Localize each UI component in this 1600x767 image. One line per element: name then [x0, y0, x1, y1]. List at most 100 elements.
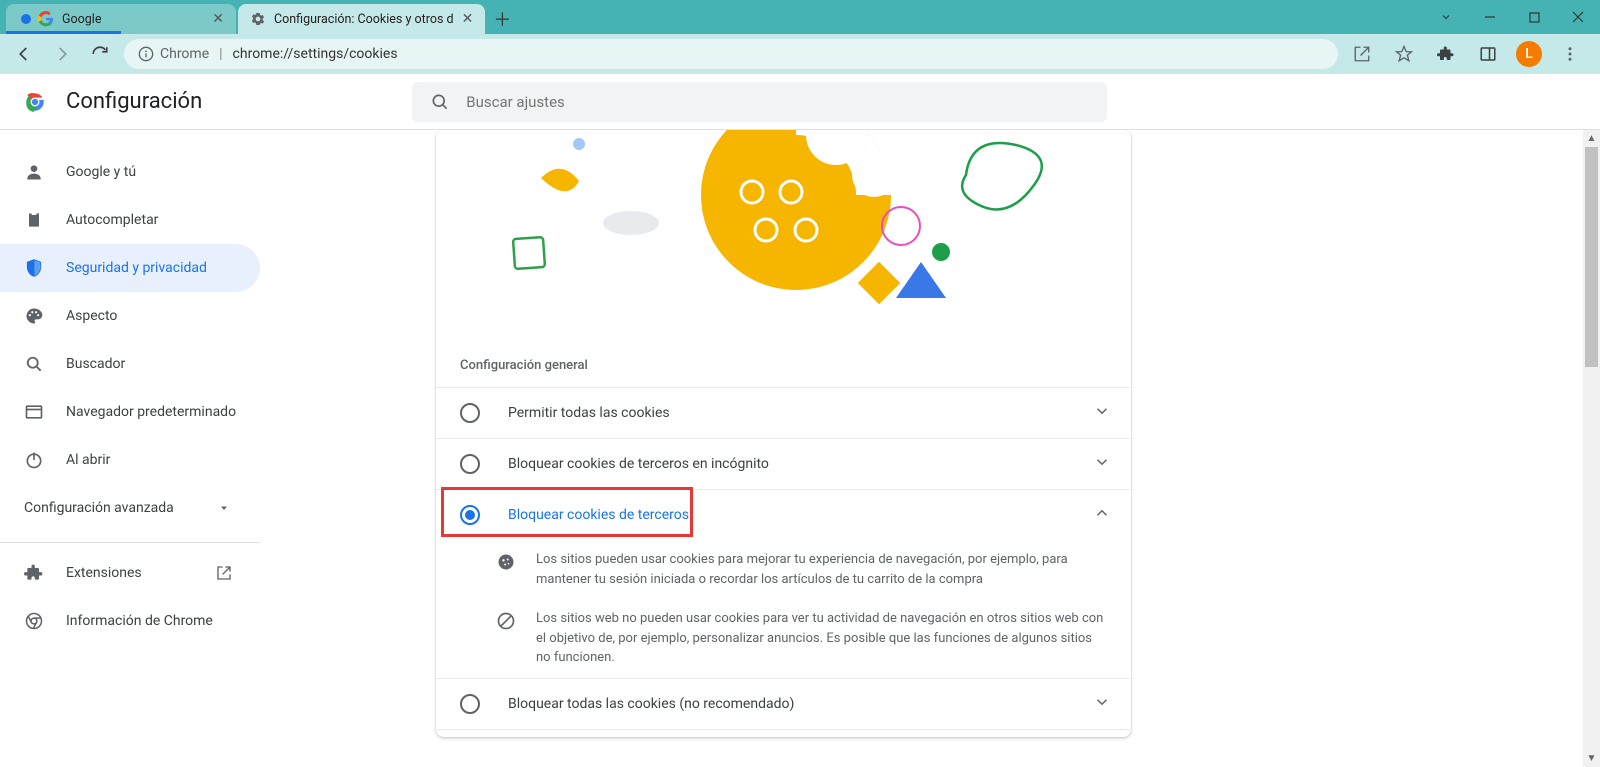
settings-search-input[interactable] [466, 93, 1089, 111]
sidebar-advanced-toggle[interactable]: Configuración avanzada [0, 484, 260, 532]
sidebar-item-extensions[interactable]: Extensiones [0, 549, 260, 597]
profile-avatar[interactable]: L [1516, 41, 1542, 67]
sidebar-item-label: Google y tú [66, 164, 136, 180]
chevron-down-icon[interactable] [1093, 402, 1111, 424]
option-allow-all-cookies[interactable]: Permitir todas las cookies [436, 387, 1131, 438]
power-icon [24, 450, 44, 470]
scrollbar-thumb[interactable] [1585, 147, 1598, 367]
sidebar-item-label: Buscador [66, 356, 125, 372]
sidebar-item-on-startup[interactable]: Al abrir [0, 436, 260, 484]
kebab-menu-icon[interactable] [1556, 40, 1584, 68]
browser-window-icon [24, 402, 44, 422]
bookmark-star-icon[interactable] [1390, 40, 1418, 68]
address-bar[interactable]: Chrome | chrome://settings/cookies [124, 39, 1338, 69]
close-window-icon[interactable] [1556, 0, 1600, 34]
sidebar-item-label: Al abrir [66, 452, 110, 468]
browser-tabstrip: Google ✕ Configuración: Cookies y otros … [0, 0, 1600, 34]
browser-tab-google[interactable]: Google ✕ [6, 4, 236, 34]
browser-toolbar: Chrome | chrome://settings/cookies L [0, 34, 1600, 74]
shield-icon [24, 258, 44, 278]
scroll-down-arrow-icon[interactable]: ▼ [1583, 750, 1600, 767]
sidebar-item-google-and-you[interactable]: Google y tú [0, 148, 260, 196]
extensions-icon[interactable] [1432, 40, 1460, 68]
new-tab-button[interactable]: ＋ [487, 4, 517, 34]
page-title: Configuración [66, 89, 202, 114]
settings-page: Configuración Google y tú Autocompletar … [0, 74, 1600, 767]
sidebar-item-autofill[interactable]: Autocompletar [0, 196, 260, 244]
extensions-icon [24, 563, 44, 583]
description-sites-cannot-use: Los sitios web no pueden usar cookies pa… [436, 599, 1131, 678]
vertical-scrollbar[interactable]: ▲ ▼ [1583, 130, 1600, 767]
forward-button[interactable] [48, 40, 76, 68]
site-info-icon[interactable]: Chrome [138, 46, 209, 62]
chrome-outline-icon [24, 611, 44, 631]
palette-icon [24, 306, 44, 326]
window-controls [1424, 0, 1600, 34]
back-button[interactable] [10, 40, 38, 68]
chevron-down-icon[interactable] [1093, 453, 1111, 475]
option-label: Bloquear cookies de terceros [508, 507, 1093, 523]
chevron-down-icon[interactable] [1093, 693, 1111, 715]
sidebar-item-label: Aspecto [66, 308, 117, 324]
search-icon [430, 92, 450, 112]
hero-illustration [436, 130, 1131, 330]
sidebar-item-label: Extensiones [66, 565, 142, 581]
google-favicon-icon [38, 11, 54, 27]
option-label: Bloquear cookies de terceros en incógnit… [508, 456, 1093, 472]
side-panel-icon[interactable] [1474, 40, 1502, 68]
option-label: Bloquear todas las cookies (no recomenda… [508, 696, 1093, 712]
settings-header: Configuración [0, 74, 1600, 130]
scroll-up-arrow-icon[interactable]: ▲ [1583, 130, 1600, 147]
description-text: Los sitios web no pueden usar cookies pa… [536, 609, 1107, 668]
sidebar-item-label: Autocompletar [66, 212, 158, 228]
clipboard-icon [24, 210, 44, 230]
option-block-third-party[interactable]: Bloquear cookies de terceros [436, 489, 1131, 540]
chevron-down-icon[interactable] [1424, 0, 1468, 34]
radio-checked-icon[interactable] [460, 505, 480, 525]
description-sites-can-use: Los sitios pueden usar cookies para mejo… [436, 540, 1131, 599]
external-link-icon [216, 565, 232, 581]
cookie-icon [496, 550, 518, 589]
url-text: chrome://settings/cookies [233, 46, 398, 62]
person-icon [24, 162, 44, 182]
sidebar-item-label: Seguridad y privacidad [66, 260, 207, 276]
radio-icon[interactable] [460, 454, 480, 474]
close-tab-icon[interactable]: ✕ [462, 11, 474, 27]
advanced-label: Configuración avanzada [24, 500, 174, 516]
browser-tab-settings[interactable]: Configuración: Cookies y otros d ✕ [238, 4, 485, 34]
chevron-up-icon[interactable] [1093, 504, 1111, 526]
sidebar-item-search-engine[interactable]: Buscador [0, 340, 260, 388]
sidebar-item-label: Información de Chrome [66, 613, 213, 629]
reload-button[interactable] [86, 40, 114, 68]
sidebar-item-default-browser[interactable]: Navegador predeterminado [0, 388, 260, 436]
tab-title: Google [62, 12, 204, 27]
chrome-logo-icon [22, 89, 48, 115]
maximize-icon[interactable] [1512, 0, 1556, 34]
gear-favicon-icon [250, 11, 266, 27]
radio-icon[interactable] [460, 694, 480, 714]
radio-icon[interactable] [460, 403, 480, 423]
sidebar-divider [0, 542, 260, 543]
description-text: Los sitios pueden usar cookies para mejo… [536, 550, 1107, 589]
settings-panel: Configuración general Permitir todas las… [436, 130, 1131, 737]
site-app-label: Chrome [160, 46, 209, 62]
general-settings-title: Configuración general [436, 330, 1131, 387]
block-icon [496, 609, 518, 668]
tab-title: Configuración: Cookies y otros d [274, 12, 454, 27]
sidebar-item-appearance[interactable]: Aspecto [0, 292, 260, 340]
loading-indicator-icon [18, 11, 34, 27]
settings-sidebar: Google y tú Autocompletar Seguridad y pr… [0, 130, 260, 767]
sidebar-item-about-chrome[interactable]: Información de Chrome [0, 597, 260, 645]
option-label: Permitir todas las cookies [508, 405, 1093, 421]
search-icon [24, 354, 44, 374]
share-icon[interactable] [1348, 40, 1376, 68]
minimize-icon[interactable] [1468, 0, 1512, 34]
close-tab-icon[interactable]: ✕ [212, 11, 224, 27]
sidebar-item-security-privacy[interactable]: Seguridad y privacidad [0, 244, 260, 292]
sidebar-item-label: Navegador predeterminado [66, 404, 236, 420]
chevron-down-icon [218, 502, 230, 514]
option-block-all-cookies[interactable]: Bloquear todas las cookies (no recomenda… [436, 678, 1131, 729]
settings-content-area: Configuración general Permitir todas las… [260, 130, 1600, 767]
option-block-third-party-incognito[interactable]: Bloquear cookies de terceros en incógnit… [436, 438, 1131, 489]
settings-search[interactable] [412, 82, 1107, 122]
